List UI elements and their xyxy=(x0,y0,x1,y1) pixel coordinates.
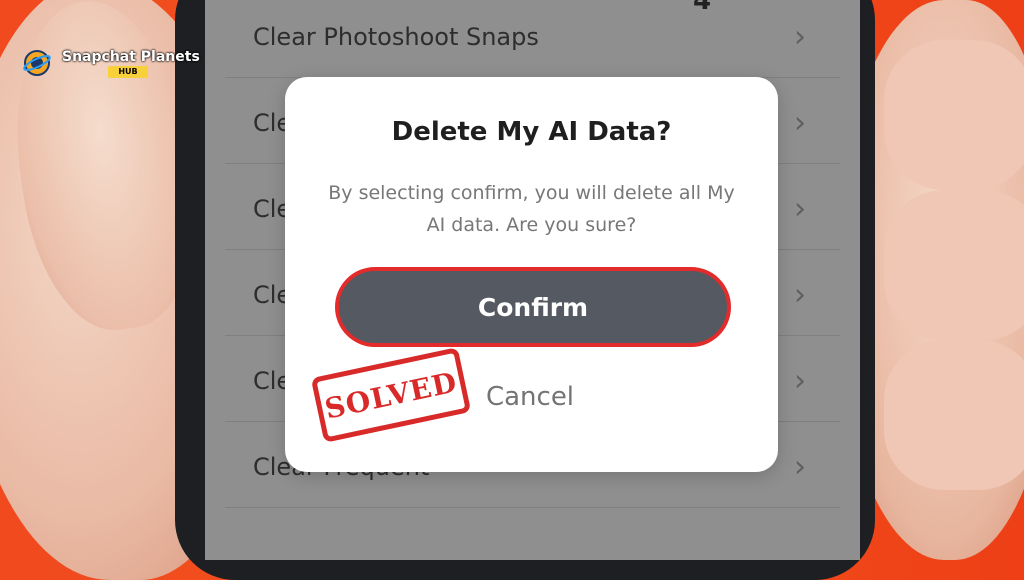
dialog-title: Delete My AI Data? xyxy=(391,117,672,147)
dialog-message: By selecting confirm, you will delete al… xyxy=(328,182,735,236)
chevron-right-icon: › xyxy=(794,19,806,55)
settings-row-clear-photoshoot[interactable]: Clear Photoshoot Snaps › xyxy=(225,0,840,78)
settings-row-label: Cle xyxy=(253,367,292,395)
settings-row-label: Clear Photoshoot Snaps xyxy=(253,23,539,51)
chevron-right-icon: › xyxy=(794,449,806,485)
finger xyxy=(884,340,1024,490)
chevron-right-icon: › xyxy=(794,105,806,141)
brand-sub: HUB xyxy=(108,66,148,78)
chevron-right-icon: › xyxy=(794,363,806,399)
confirm-button[interactable]: Confirm xyxy=(335,267,731,347)
cancel-button[interactable]: Cancel xyxy=(465,377,595,417)
chevron-right-icon: › xyxy=(794,191,806,227)
brand-name: Snapchat Planets xyxy=(62,49,200,65)
settings-row-label: Cle xyxy=(253,109,292,137)
finger xyxy=(884,190,1024,340)
gear-planet-icon xyxy=(23,50,51,76)
chevron-right-icon: › xyxy=(794,277,806,313)
brand-logo: Snapchat Planets HUB xyxy=(22,46,200,82)
finger xyxy=(884,40,1024,190)
settings-row-label: Cle xyxy=(253,281,292,309)
settings-row-label: Cle xyxy=(253,195,292,223)
